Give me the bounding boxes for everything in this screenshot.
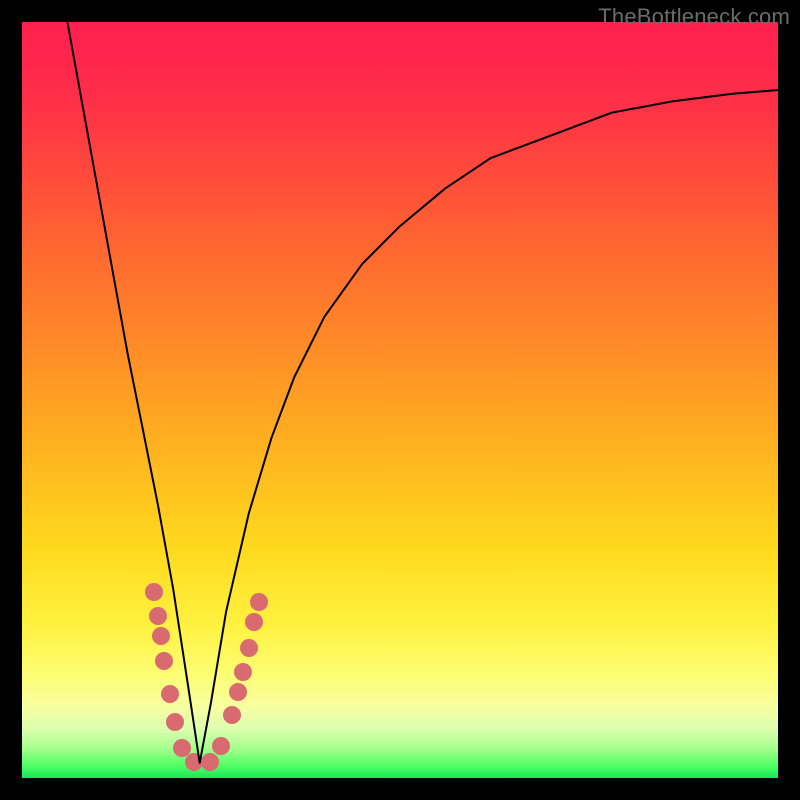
marker-dot [173,739,191,757]
marker-dot [152,627,170,645]
marker-dot [166,713,184,731]
marker-dot [234,663,252,681]
marker-dot [149,607,167,625]
chart-svg [22,22,778,778]
marker-dot [250,593,268,611]
marker-dot [223,706,241,724]
gradient-background [22,22,778,778]
marker-dot [155,652,173,670]
chart-frame: TheBottleneck.com [0,0,800,800]
marker-dot [240,639,258,657]
marker-dot [245,613,263,631]
watermark-text: TheBottleneck.com [598,4,790,30]
marker-dot [145,583,163,601]
marker-dot [161,685,179,703]
marker-dot [201,753,219,771]
plot-area [22,22,778,778]
marker-dot [229,683,247,701]
marker-dot [212,737,230,755]
